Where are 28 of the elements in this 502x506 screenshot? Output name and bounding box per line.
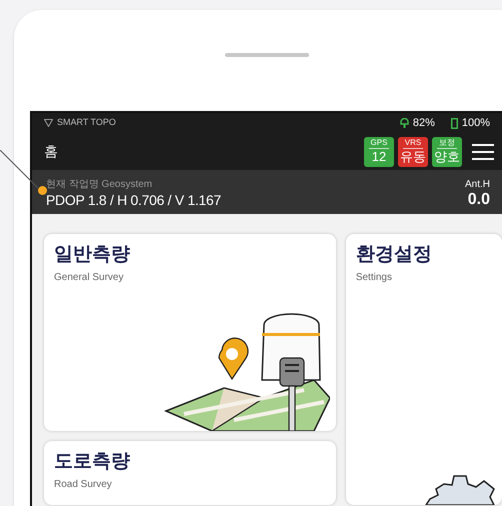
antenna-height-value: 0.0 xyxy=(468,191,490,209)
badge-value: 유동 xyxy=(400,148,426,164)
badge-value: 12 xyxy=(372,148,386,164)
triangle-logo-icon xyxy=(44,119,53,127)
card-title: 환경설정 xyxy=(356,243,433,267)
menu-card[interactable]: 일반측량 General Survey xyxy=(44,234,336,431)
job-name: 현재 작업명 Geosystem xyxy=(46,179,154,191)
receiver-icon xyxy=(400,118,409,128)
card-title: 도로측량 xyxy=(54,450,131,474)
card-subtitle: Road Survey xyxy=(54,478,113,492)
menu-icon[interactable] xyxy=(472,144,494,160)
receiver-battery-text: 82% xyxy=(412,116,435,131)
card-subtitle: Settings xyxy=(356,271,393,285)
badge-label: GPS xyxy=(368,138,390,148)
phone-battery-text: 100% xyxy=(462,116,490,131)
menu-card[interactable]: 도로측량 Road Survey xyxy=(44,441,336,505)
precision-text: PDOP 1.8 / H 0.706 / V 1.167 xyxy=(46,191,222,209)
badge-label: 보정 xyxy=(437,138,457,148)
badge-label: VRS xyxy=(402,138,424,148)
app-name: SMART TOPO xyxy=(57,116,116,130)
card-title: 일반측량 xyxy=(54,243,131,267)
antenna-height-label: Ant.H xyxy=(464,179,490,191)
page-title: 홈 xyxy=(44,142,58,161)
badge-value: 양호 xyxy=(434,148,460,164)
battery-icon xyxy=(450,118,458,128)
card-subtitle: General Survey xyxy=(54,271,124,285)
grabber-handle[interactable] xyxy=(225,53,309,57)
menu-card[interactable]: 환경설정 Settings xyxy=(346,234,502,505)
